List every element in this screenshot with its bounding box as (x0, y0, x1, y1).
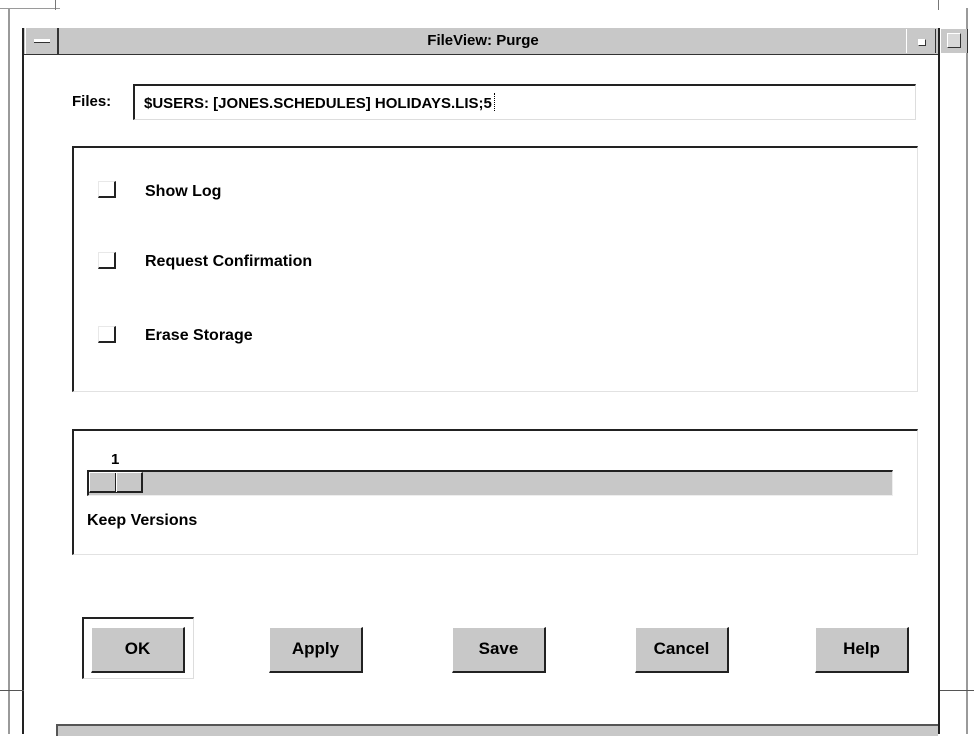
apply-button[interactable]: Apply (269, 627, 363, 673)
window-frame-bottom-edge[interactable] (56, 724, 938, 736)
minimize-button[interactable] (906, 29, 936, 53)
window-menu-icon (34, 39, 50, 43)
show-log-checkbox[interactable] (98, 181, 116, 198)
text-cursor (493, 93, 496, 111)
window-title: FileView: Purge (427, 32, 539, 49)
show-log-label[interactable]: Show Log (145, 183, 221, 201)
maximize-button[interactable] (940, 29, 968, 53)
keep-versions-value: 1 (111, 451, 120, 468)
window-menu-button[interactable] (25, 28, 59, 54)
help-button[interactable]: Help (815, 627, 909, 673)
window-frame-corner (938, 0, 939, 10)
save-button[interactable]: Save (452, 627, 546, 673)
window-frame-left[interactable] (8, 8, 10, 734)
window-frame-right-inner (938, 28, 940, 734)
ok-button[interactable]: OK (91, 627, 185, 673)
request-confirmation-checkbox[interactable] (98, 252, 116, 269)
files-input-value: $USERS: [JONES.SCHEDULES] HOLIDAYS.LIS;5 (144, 95, 492, 112)
window-frame-right[interactable] (966, 8, 968, 734)
keep-versions-scale-trough[interactable] (87, 470, 893, 496)
files-label: Files: (72, 93, 112, 110)
maximize-icon (947, 33, 961, 48)
window-frame-bottom (0, 690, 24, 691)
request-confirmation-label[interactable]: Request Confirmation (145, 253, 312, 271)
window-frame-left-inner (22, 28, 24, 734)
window-frame-bottom (940, 690, 974, 691)
erase-storage-label[interactable]: Erase Storage (145, 327, 253, 345)
minimize-icon (918, 39, 926, 46)
window-frame-corner (55, 0, 56, 10)
slider-handle-divider (116, 473, 117, 492)
keep-versions-label: Keep Versions (87, 512, 198, 529)
keep-versions-slider-handle[interactable] (89, 472, 143, 493)
cancel-button[interactable]: Cancel (635, 627, 729, 673)
erase-storage-checkbox[interactable] (98, 326, 116, 343)
files-input[interactable]: $USERS: [JONES.SCHEDULES] HOLIDAYS.LIS;5 (133, 84, 916, 120)
